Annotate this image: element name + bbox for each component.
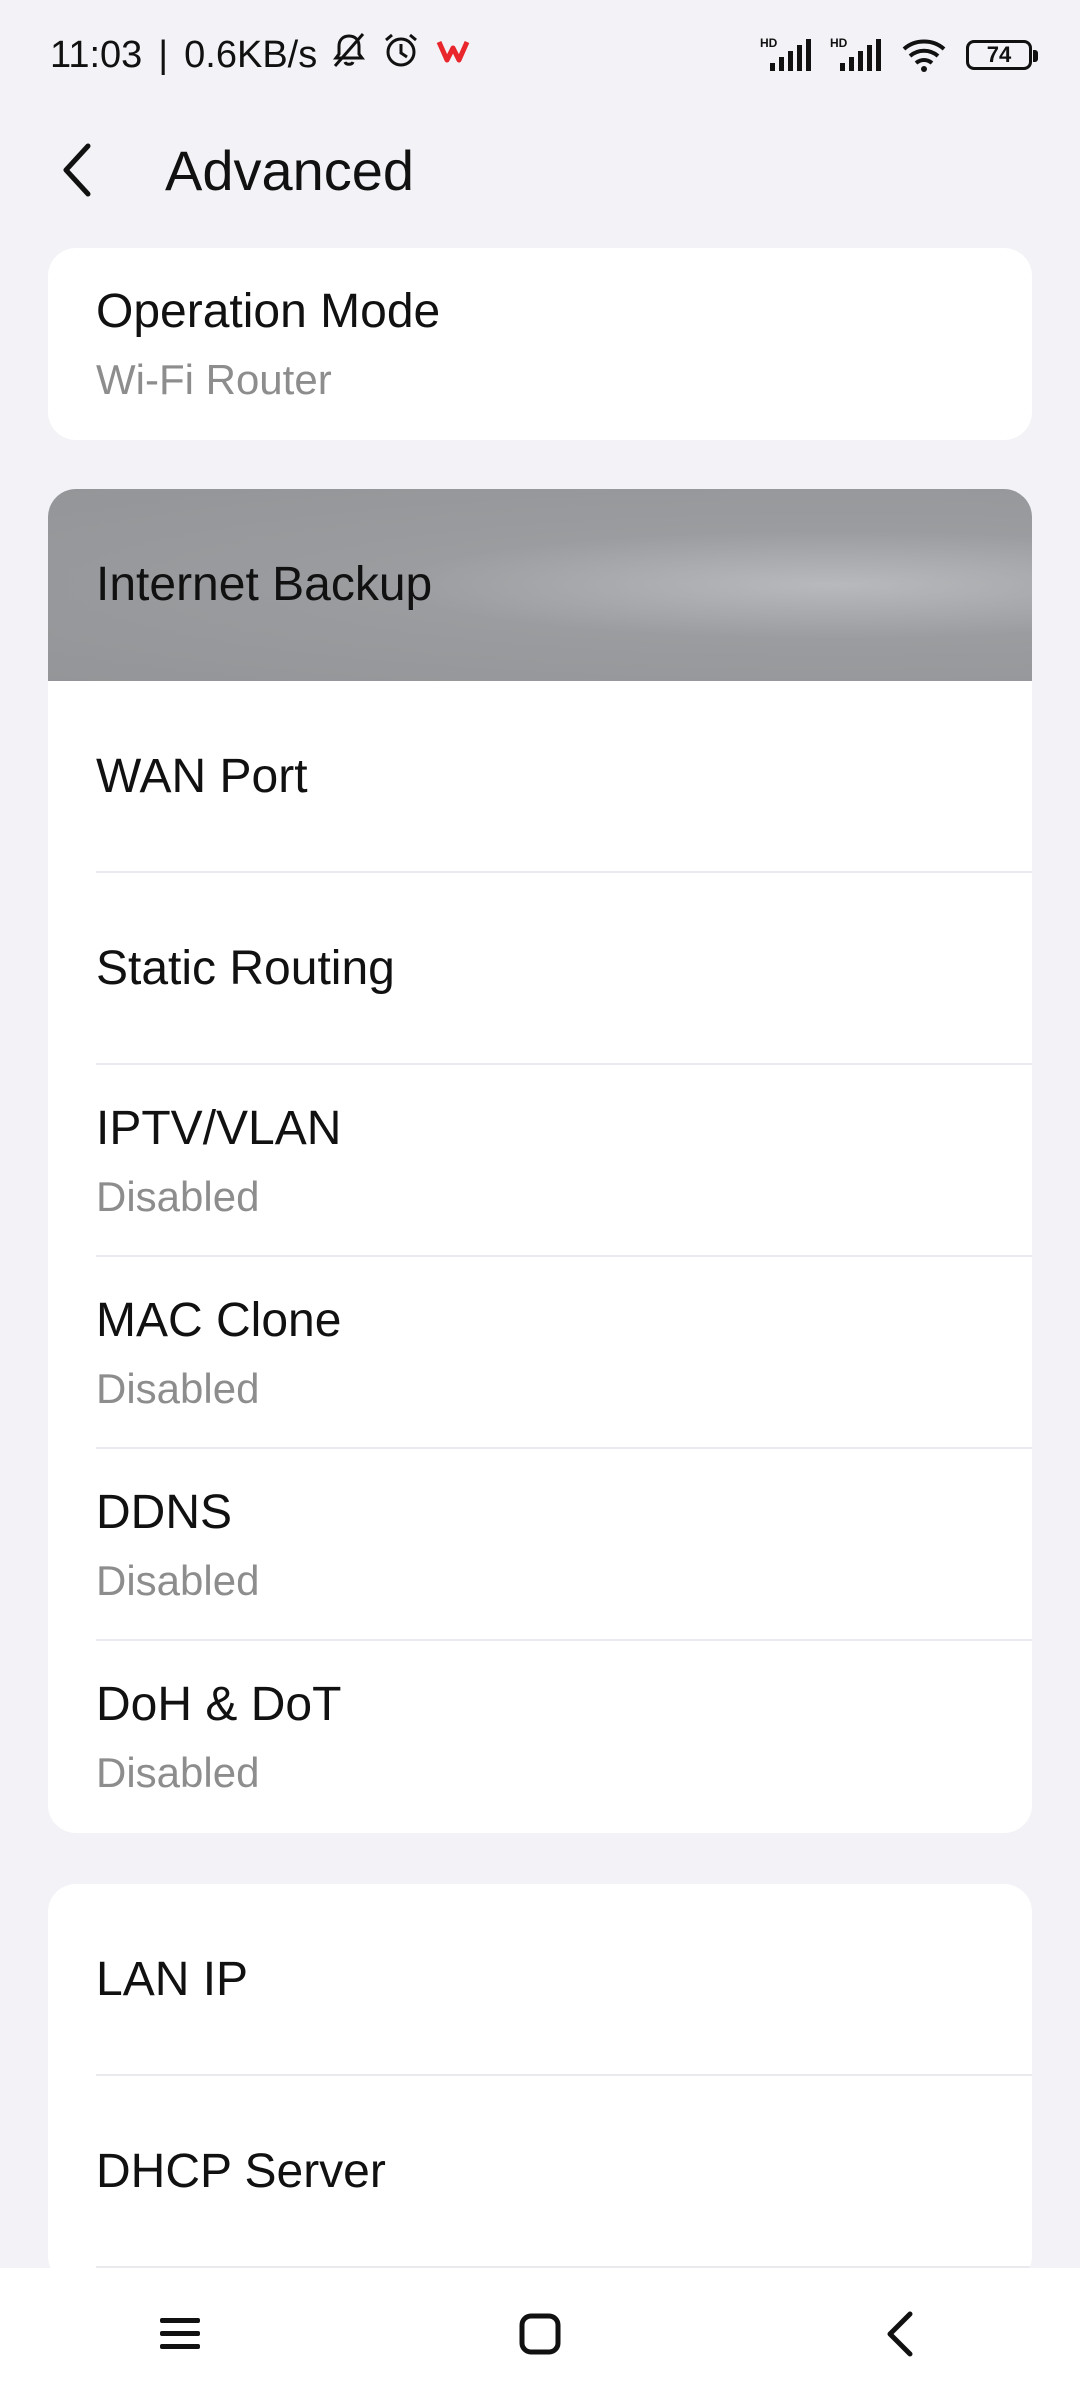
network-speed: 0.6KB/s [184, 33, 318, 76]
svg-text:HD: HD [760, 36, 778, 50]
back-button[interactable] [44, 138, 108, 202]
system-nav-bar [0, 2268, 1080, 2399]
list-item-ddns[interactable]: DDNS Disabled [48, 1449, 1032, 1641]
hd-signal-icon: HD [760, 35, 812, 75]
list-item-doh-dot[interactable]: DoH & DoT Disabled [48, 1641, 1032, 1833]
back-icon [887, 2311, 913, 2356]
item-title: MAC Clone [96, 1294, 342, 1347]
status-left: 11:03 | 0.6KB/s [50, 30, 473, 80]
list-item-mac-clone[interactable]: MAC Clone Disabled [48, 1257, 1032, 1449]
item-title: WAN Port [96, 750, 308, 804]
chevron-left-icon [63, 143, 91, 197]
mute-icon [329, 30, 369, 80]
status-bar: 11:03 | 0.6KB/s HD HD 74 [0, 0, 1080, 110]
item-title: LAN IP [96, 1953, 249, 2007]
recents-button[interactable] [135, 2289, 225, 2379]
nav-back-button[interactable] [855, 2289, 945, 2379]
list-item-iptv-vlan[interactable]: IPTV/VLAN Disabled [48, 1065, 1032, 1257]
item-subtitle: Wi-Fi Router [96, 355, 332, 403]
item-subtitle: Disabled [96, 1364, 260, 1412]
page-title: Advanced [165, 139, 415, 202]
list-item-wan-port[interactable]: WAN Port [48, 681, 1032, 873]
battery-icon: 74 [966, 40, 1038, 70]
item-subtitle: Disabled [96, 1556, 260, 1604]
item-title: IPTV/VLAN [96, 1102, 342, 1155]
operation-mode-card: Operation Mode Wi-Fi Router [48, 248, 1032, 440]
alarm-icon [381, 30, 421, 80]
status-right: HD HD 74 [760, 35, 1038, 75]
wps-app-icon [433, 30, 473, 80]
item-subtitle: Disabled [96, 1748, 260, 1796]
item-title: DoH & DoT [96, 1678, 342, 1731]
list-item-lan-ip[interactable]: LAN IP [48, 1884, 1032, 2076]
list-item-static-routing[interactable]: Static Routing [48, 873, 1032, 1065]
list-item-dhcp-server[interactable]: DHCP Server [48, 2076, 1032, 2268]
home-button[interactable] [495, 2289, 585, 2379]
status-separator: | [158, 33, 169, 76]
item-title: Operation Mode [96, 285, 441, 338]
item-title: DHCP Server [96, 2145, 386, 2199]
svg-text:HD: HD [830, 36, 848, 50]
menu-icon [160, 2317, 200, 2349]
item-title: Internet Backup [96, 558, 433, 612]
item-subtitle: Disabled [96, 1172, 260, 1220]
status-time: 11:03 [50, 33, 143, 76]
list-item-operation-mode[interactable]: Operation Mode Wi-Fi Router [48, 248, 1032, 440]
battery-level: 74 [986, 42, 1012, 67]
lan-settings-card: LAN IP DHCP Server [48, 1884, 1032, 2284]
hd-signal-icon: HD [830, 35, 882, 75]
internet-settings-card: Internet Backup WAN Port Static Routing … [48, 489, 1032, 1833]
home-icon [519, 2313, 561, 2354]
list-item-internet-backup[interactable]: Internet Backup [48, 489, 1032, 681]
wifi-icon [900, 35, 948, 75]
app-header: Advanced [0, 110, 1080, 230]
item-title: Static Routing [96, 942, 395, 996]
item-title: DDNS [96, 1486, 233, 1539]
